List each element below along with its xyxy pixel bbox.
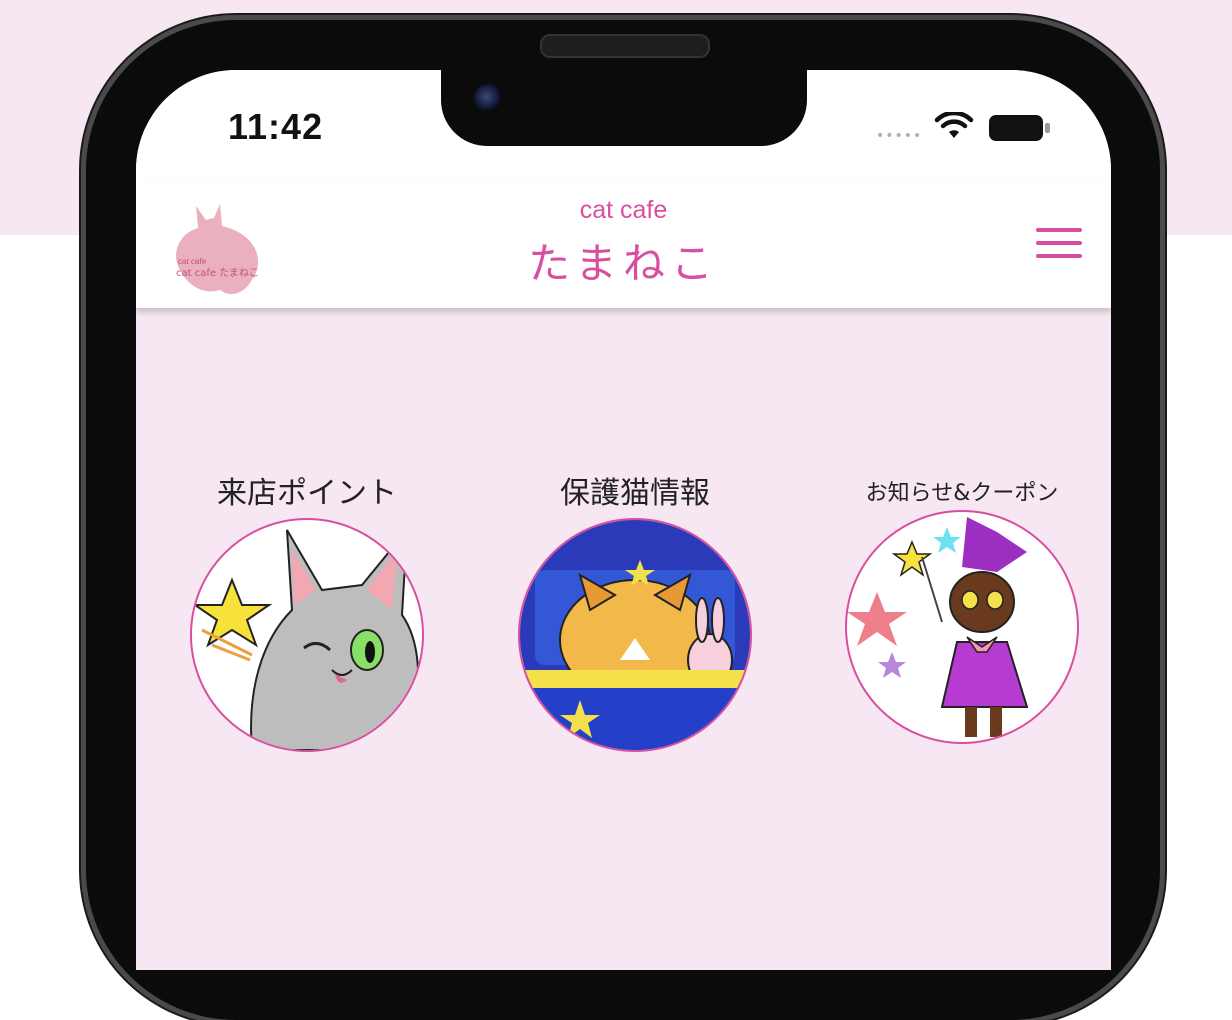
- menu-label-visit-points: 来店ポイント: [217, 476, 397, 511]
- hamburger-menu-icon[interactable]: [1036, 228, 1082, 264]
- app-screen: 11:42 ••••• cat cafe cat cafe たまねこ cat c…: [136, 70, 1111, 970]
- menu-visit-points[interactable]: 来店ポイント: [177, 470, 437, 752]
- sleeping-cat-illustration[interactable]: [518, 518, 752, 752]
- signal-dots-icon: •••••: [876, 128, 923, 144]
- brand-title: たまねこ: [528, 239, 719, 288]
- phone-speaker: [540, 34, 710, 58]
- menu-rescued-cats[interactable]: 保護猫情報: [505, 470, 765, 752]
- battery-icon: [989, 115, 1050, 141]
- brand-subtitle: cat cafe: [579, 196, 668, 224]
- app-header: cat cafe cat cafe たまねこ cat cafe たまねこ: [136, 180, 1111, 308]
- status-time: 11:42: [228, 106, 324, 147]
- witch-cat-illustration[interactable]: [845, 510, 1079, 744]
- front-camera: [474, 84, 502, 112]
- menu-label-rescued-cats: 保護猫情報: [560, 476, 710, 511]
- wifi-icon: [934, 112, 974, 138]
- grey-cat-illustration[interactable]: [190, 518, 424, 752]
- menu-news-coupons[interactable]: お知らせ&クーポン: [832, 470, 1092, 744]
